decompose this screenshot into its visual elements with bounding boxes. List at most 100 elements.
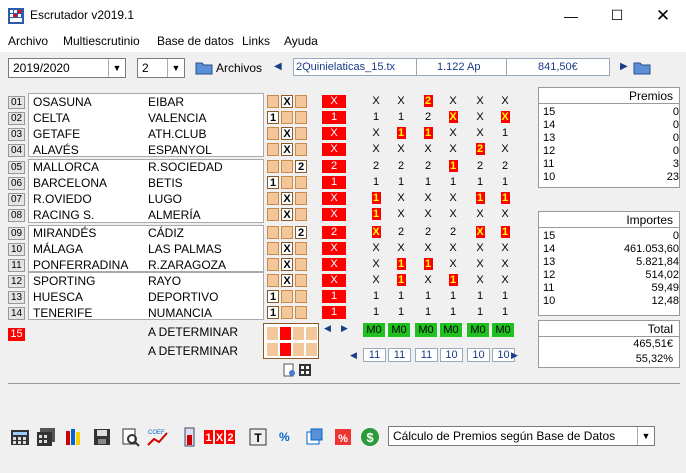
thermometer-icon[interactable] xyxy=(180,427,200,447)
column-cell: 1 xyxy=(397,306,405,318)
pick-x[interactable]: X xyxy=(281,258,293,271)
pick-x[interactable]: X xyxy=(281,290,293,303)
pick-2[interactable]: 2 xyxy=(295,127,307,140)
pick-1[interactable]: 1 xyxy=(267,127,279,140)
minimize-button[interactable]: — xyxy=(548,0,594,31)
jornada-select[interactable]: 2 ▼ xyxy=(137,58,185,78)
menu-links[interactable]: Links xyxy=(242,34,270,48)
pick-1[interactable]: 1 xyxy=(267,208,279,221)
svg-text:%: % xyxy=(338,433,348,445)
next-file-arrow[interactable]: ▶ xyxy=(620,61,628,72)
columns-right-arrow[interactable]: ▶ xyxy=(511,350,518,361)
close-button[interactable]: ✕ xyxy=(640,0,686,31)
importes-row: 14 461.053,60 xyxy=(543,243,679,255)
calc-mode-select[interactable]: Cálculo de Premios según Base de Datos ▼ xyxy=(388,426,655,446)
stats-chart-icon[interactable]: COEF xyxy=(147,427,168,447)
prev-file-arrow[interactable]: ◀ xyxy=(274,61,282,72)
scroll-left-arrow[interactable]: ◀ xyxy=(324,323,331,334)
open-folder-icon[interactable] xyxy=(633,59,651,75)
menu-archivo[interactable]: Archivo xyxy=(8,34,48,48)
pick-2[interactable]: 2 xyxy=(295,242,307,255)
pick-2[interactable]: 2 xyxy=(295,258,307,271)
pick-x[interactable]: X xyxy=(281,226,293,239)
column-cell: X xyxy=(397,242,405,254)
importes-panel: Importes 15 0 14 461.053,60 13 5.821,84 12 514,… xyxy=(538,211,680,316)
pick-2[interactable]: 2 xyxy=(295,160,307,173)
text-icon[interactable]: T xyxy=(248,427,268,447)
season-select[interactable]: 2019/2020 ▼ xyxy=(8,58,126,78)
away-team: CÁDIZ xyxy=(148,226,184,240)
pick-x[interactable]: X xyxy=(281,160,293,173)
menu-base-de-datos[interactable]: Base de datos xyxy=(157,34,234,48)
percent-icon[interactable]: % xyxy=(279,430,290,444)
pick-2[interactable]: 2 xyxy=(295,306,307,319)
pick-1[interactable]: 1 xyxy=(267,274,279,287)
maximize-button[interactable]: ☐ xyxy=(594,0,640,31)
pick-x[interactable]: X xyxy=(281,176,293,189)
pick-x[interactable]: X xyxy=(281,208,293,221)
pick-1[interactable]: 1 xyxy=(267,95,279,108)
m0-badge: M0 xyxy=(388,323,410,337)
pick-1[interactable]: 1 xyxy=(267,192,279,205)
print-preview-icon[interactable] xyxy=(120,427,140,447)
pick-2[interactable]: 2 xyxy=(295,95,307,108)
pick-2[interactable]: 2 xyxy=(295,192,307,205)
percent-red-icon[interactable]: % xyxy=(333,427,353,447)
multi-calculator-icon[interactable] xyxy=(36,427,56,447)
pleno-picks[interactable] xyxy=(263,323,319,359)
premios-value: 0 xyxy=(672,145,679,157)
home-team: SPORTING xyxy=(33,274,96,288)
pick-x[interactable]: X xyxy=(281,143,293,156)
column-cell: 1 xyxy=(476,290,484,302)
result-tag: 1 xyxy=(322,306,346,319)
pick-x[interactable]: X xyxy=(281,306,293,319)
divider xyxy=(8,383,680,384)
pick-1[interactable]: 1 xyxy=(267,143,279,156)
pick-2[interactable]: 2 xyxy=(295,143,307,156)
1x2-icon[interactable]: 1X2 xyxy=(204,429,236,445)
scroll-right-arrow[interactable]: ▶ xyxy=(341,323,348,334)
dice-icon[interactable] xyxy=(304,427,324,447)
pick-x[interactable]: X xyxy=(281,127,293,140)
pick-2[interactable]: 2 xyxy=(295,226,307,239)
pick-x[interactable]: X xyxy=(281,111,293,124)
columns-left-arrow[interactable]: ◀ xyxy=(350,350,357,361)
home-team: GETAFE xyxy=(33,127,81,141)
pick-1[interactable]: 1 xyxy=(267,258,279,271)
pick-1[interactable]: 1 xyxy=(267,306,279,319)
column-cell: 1 xyxy=(397,290,405,302)
pick-2[interactable]: 2 xyxy=(295,274,307,287)
total-amount: 465,51€ xyxy=(633,338,673,350)
pick-x[interactable]: X xyxy=(281,192,293,205)
hit-mark: 1 xyxy=(371,192,381,204)
books-icon[interactable] xyxy=(64,427,84,447)
pick-2[interactable]: 2 xyxy=(295,111,307,124)
pick-2[interactable]: 2 xyxy=(295,176,307,189)
column-cell: 1 xyxy=(372,111,380,123)
pick-1[interactable]: 1 xyxy=(267,111,279,124)
pick-x[interactable]: X xyxy=(281,242,293,255)
calculator-icon[interactable] xyxy=(298,363,312,377)
pick-1[interactable]: 1 xyxy=(267,226,279,239)
money-icon[interactable]: $ xyxy=(360,427,380,447)
column-cell: 2 xyxy=(424,226,432,238)
menu-multiescrutinio[interactable]: Multiescrutinio xyxy=(63,34,140,48)
result-tag: X xyxy=(322,274,346,287)
pick-1[interactable]: 1 xyxy=(267,176,279,189)
document-icon[interactable] xyxy=(282,363,296,377)
pick-1[interactable]: 1 xyxy=(267,160,279,173)
save-icon[interactable] xyxy=(92,427,112,447)
menu-ayuda[interactable]: Ayuda xyxy=(284,34,318,48)
pick-x[interactable]: X xyxy=(281,274,293,287)
folder-icon[interactable] xyxy=(195,59,213,75)
column-cell: X xyxy=(372,274,380,286)
calculator-icon[interactable] xyxy=(10,427,30,447)
pick-1[interactable]: 1 xyxy=(267,242,279,255)
archivos-button[interactable]: Archivos xyxy=(216,61,262,75)
pick-2[interactable]: 2 xyxy=(295,208,307,221)
column-cell: X xyxy=(449,208,457,220)
pick-x[interactable]: X xyxy=(281,95,293,108)
match-number: 13 xyxy=(8,291,25,304)
pick-1[interactable]: 1 xyxy=(267,290,279,303)
pick-2[interactable]: 2 xyxy=(295,290,307,303)
